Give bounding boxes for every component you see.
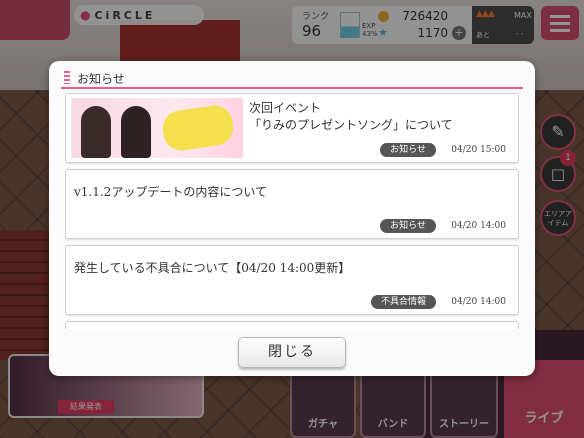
character-left xyxy=(81,106,111,158)
notice-list[interactable]: 次回イベント 「りみのプレゼントソング」について お知らせ 04/20 15:0… xyxy=(65,93,519,329)
notice-title: v1.1.2アップデートの内容について xyxy=(74,185,267,199)
notice-item-partial[interactable] xyxy=(65,321,519,329)
header-stripe-icon xyxy=(64,71,70,84)
character-right xyxy=(121,106,151,158)
notice-title: 次回イベント 「りみのプレゼントソング」について xyxy=(249,101,453,132)
notice-date: 04/20 14:00 xyxy=(451,297,506,307)
notice-tag: お知らせ xyxy=(380,143,436,157)
notice-item-bug[interactable]: 発生している不具合について【04/20 14:00更新】 不具合情報 04/20… xyxy=(65,245,519,315)
notice-date: 04/20 14:00 xyxy=(451,221,506,231)
event-banner-thumbnail xyxy=(71,98,243,158)
notice-item-update[interactable]: v1.1.2アップデートの内容について お知らせ 04/20 14:00 xyxy=(65,169,519,239)
notice-dialog: お知らせ 次回イベント 「りみのプレゼントソング」について お知らせ 04/20… xyxy=(49,61,535,376)
notice-tag: お知らせ xyxy=(380,219,436,233)
dialog-title: お知らせ xyxy=(77,72,125,86)
dialog-header: お知らせ xyxy=(61,67,523,89)
notice-tag: 不具合情報 xyxy=(370,295,436,309)
notice-title: 発生している不具合について【04/20 14:00更新】 xyxy=(74,261,351,275)
notice-date: 04/20 15:00 xyxy=(451,145,506,155)
notice-item-event[interactable]: 次回イベント 「りみのプレゼントソング」について お知らせ 04/20 15:0… xyxy=(65,93,519,163)
close-button[interactable]: 閉じる xyxy=(238,337,346,368)
event-logo xyxy=(160,103,236,153)
